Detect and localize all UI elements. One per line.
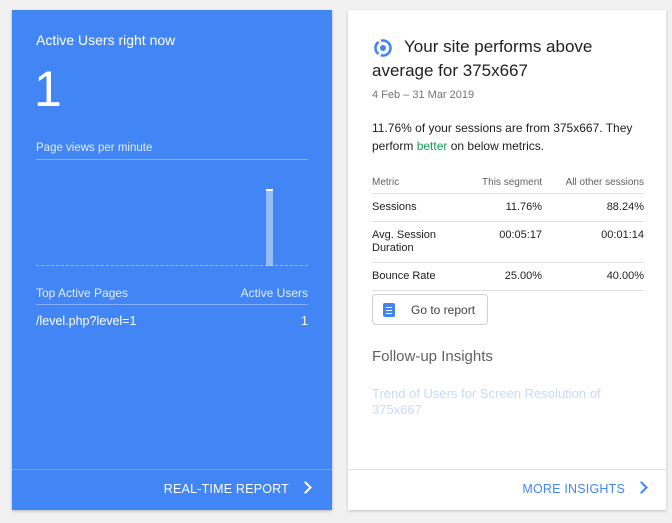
pageviews-bar [266, 189, 273, 266]
page-active-users: 1 [301, 314, 308, 328]
table-row: Avg. Session Duration 00:05:17 00:01:14 [372, 221, 644, 263]
segment-value: 25.00% [464, 262, 543, 291]
metrics-table: Metric This segment All other sessions S… [372, 174, 644, 291]
segment-value: 00:05:17 [464, 221, 543, 263]
insight-footer: MORE INSIGHTS [348, 469, 666, 510]
table-row: Bounce Rate 25.00% 40.00% [372, 262, 644, 291]
realtime-report-label: REAL-TIME REPORT [163, 482, 289, 496]
chevron-right-icon [299, 481, 312, 494]
realtime-card: Active Users right now 1 Page views per … [12, 10, 332, 510]
realtime-footer: REAL-TIME REPORT [12, 469, 332, 510]
other-value: 88.24% [542, 193, 644, 222]
more-insights-link[interactable]: MORE INSIGHTS [522, 481, 648, 496]
active-users-count: 1 [34, 61, 62, 117]
divider [36, 304, 308, 305]
page-path: /level.php?level=1 [36, 314, 137, 328]
pageviews-bar-cap [266, 189, 273, 192]
insight-summary: 11.76% of your sessions are from 375x667… [372, 119, 644, 155]
date-range: 4 Feb – 31 Mar 2019 [372, 89, 475, 101]
column-header: This segment [464, 174, 543, 194]
go-to-report-button[interactable]: Go to report [372, 294, 488, 325]
column-header: All other sessions [542, 174, 644, 194]
top-pages-header: Top Active Pages Active Users [36, 286, 308, 300]
table-row: Sessions 11.76% 88.24% [372, 193, 644, 222]
metric-name: Bounce Rate [372, 262, 464, 291]
insight-card: Your site performs above average for 375… [348, 10, 666, 510]
table-row[interactable]: /level.php?level=1 1 [36, 314, 308, 328]
insight-title: Your site performs above average for 375… [372, 37, 593, 80]
realtime-report-link[interactable]: REAL-TIME REPORT [163, 481, 312, 496]
go-to-report-label: Go to report [411, 303, 476, 317]
divider [36, 159, 308, 160]
summary-text-end: on below metrics. [447, 139, 545, 153]
other-value: 40.00% [542, 262, 644, 291]
other-value: 00:01:14 [542, 221, 644, 263]
table-header-row: Metric This segment All other sessions [372, 174, 644, 194]
chevron-right-icon [635, 481, 648, 494]
document-icon [383, 303, 395, 317]
realtime-title: Active Users right now [36, 32, 176, 48]
followup-title: Follow-up Insights [372, 348, 493, 365]
summary-highlight: better [416, 139, 448, 153]
segment-value: 11.76% [464, 193, 543, 222]
pageviews-label: Page views per minute [36, 142, 153, 154]
followup-insight-link[interactable]: Trend of Users for Screen Resolution of … [372, 386, 632, 418]
more-insights-label: MORE INSIGHTS [522, 482, 625, 496]
metric-name: Avg. Session Duration [372, 221, 464, 263]
metric-name: Sessions [372, 193, 464, 222]
column-header: Metric [372, 174, 464, 194]
active-users-column-label: Active Users [240, 286, 308, 300]
top-pages-column-label: Top Active Pages [36, 286, 129, 300]
pageviews-chart [36, 170, 308, 266]
